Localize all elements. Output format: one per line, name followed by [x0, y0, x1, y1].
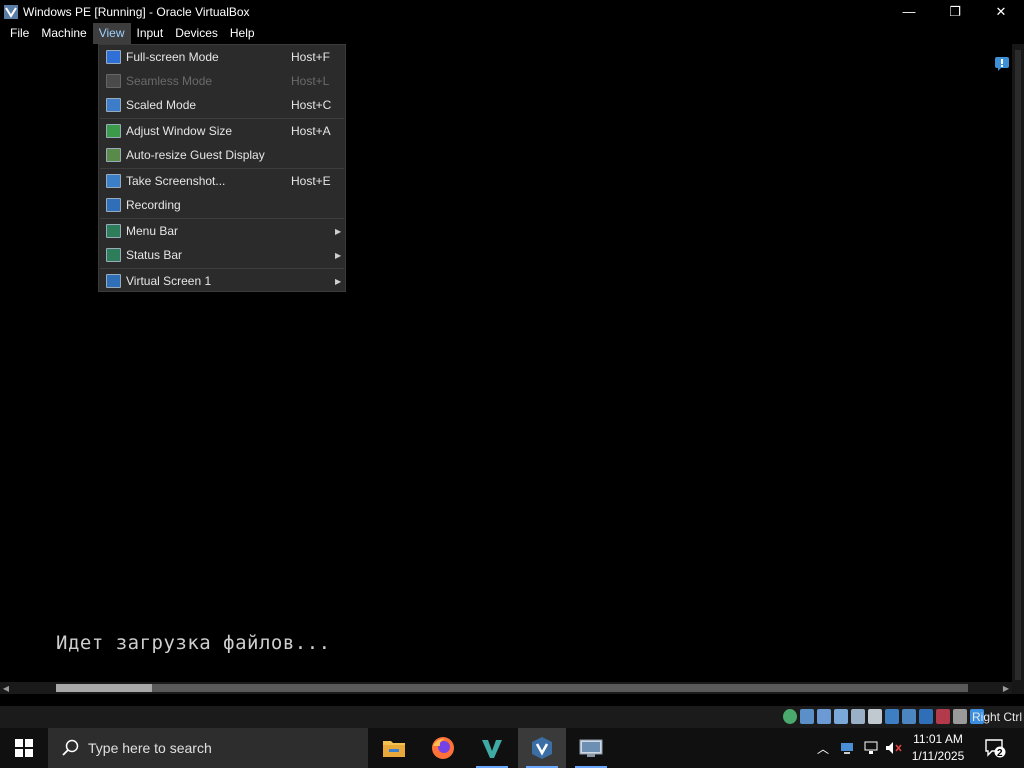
horizontal-scrollbar[interactable]: ◀ ▶	[0, 682, 1012, 694]
taskbar-firefox[interactable]	[419, 728, 467, 768]
audio-icon[interactable]	[817, 709, 831, 724]
menu-item-scaled[interactable]: Scaled Mode Host+C	[99, 93, 345, 117]
window-controls: — ❐ ✕	[886, 0, 1024, 23]
view-menu-dropdown: Full-screen Mode Host+F Seamless Mode Ho…	[98, 44, 346, 292]
menu-devices[interactable]: Devices	[169, 23, 224, 44]
chevron-up-icon: ︿	[816, 741, 829, 756]
status-bar-icon	[106, 248, 121, 262]
adjust-window-icon	[106, 124, 121, 138]
display-tray-icon	[841, 743, 853, 754]
menu-item-recording[interactable]: Recording	[99, 193, 345, 217]
taskbar-vm-window[interactable]	[567, 728, 615, 768]
start-button[interactable]	[0, 728, 48, 768]
clock-date: 1/11/2025	[911, 749, 965, 763]
close-icon: ✕	[995, 3, 1007, 19]
show-hidden-icons-button[interactable]: ︿	[814, 728, 832, 768]
menu-item-seamless[interactable]: Seamless Mode Host+L	[99, 69, 345, 93]
maximize-button[interactable]: ❐	[932, 0, 978, 23]
menu-input[interactable]: Input	[131, 23, 170, 44]
recording-icon	[106, 198, 121, 212]
submenu-arrow-icon: ▶	[335, 226, 342, 236]
menu-bar-icon	[106, 224, 121, 238]
menu-item-virtual-screen[interactable]: Virtual Screen 1 ▶	[99, 269, 345, 293]
tray-network-icon[interactable]	[862, 728, 880, 768]
virtualization-icon[interactable]	[919, 709, 933, 724]
shared-folders-icon[interactable]	[868, 709, 882, 724]
action-center-button[interactable]: 2	[982, 728, 1008, 768]
scroll-left-icon[interactable]: ◀	[0, 682, 12, 694]
horizontal-scrollbar-track[interactable]	[56, 684, 968, 692]
screenshot-icon	[106, 174, 121, 188]
keyboard-icon[interactable]	[953, 709, 967, 724]
visual-studio-icon	[482, 740, 502, 758]
taskbar-file-explorer[interactable]	[370, 728, 418, 768]
optical-drive-icon[interactable]	[800, 709, 814, 724]
scaled-icon	[106, 98, 121, 112]
volume-muted-icon	[886, 742, 902, 754]
menu-item-menu-bar[interactable]: Menu Bar ▶	[99, 219, 345, 243]
status-bar: Right Ctrl	[0, 706, 1024, 728]
virtualbox-icon	[532, 737, 552, 759]
mouse-integration-icon[interactable]	[936, 709, 950, 724]
file-explorer-icon	[383, 741, 405, 757]
notification-icon[interactable]	[994, 56, 1010, 72]
menu-bar: File Machine View Input Devices Help	[0, 23, 1024, 44]
fullscreen-icon	[106, 50, 121, 64]
scroll-right-icon[interactable]: ▶	[1000, 682, 1012, 694]
windows-logo-icon	[15, 739, 33, 757]
recording-status-icon[interactable]	[902, 709, 916, 724]
notification-count: 2	[997, 748, 1003, 759]
restore-icon: ❐	[949, 3, 961, 19]
menu-help[interactable]: Help	[224, 23, 261, 44]
menu-view[interactable]: View	[92, 23, 131, 44]
menu-item-auto-resize[interactable]: Auto-resize Guest Display	[99, 143, 345, 167]
usb-icon[interactable]	[851, 709, 865, 724]
vm-window-icon	[579, 739, 603, 757]
network-icon[interactable]	[834, 709, 848, 724]
status-indicators	[783, 709, 984, 724]
clock-time: 11:01 AM	[913, 732, 963, 746]
network-tray-icon	[864, 741, 878, 754]
tray-volume-icon[interactable]	[884, 728, 904, 768]
horizontal-scrollbar-thumb[interactable]	[56, 684, 152, 692]
taskbar-clock[interactable]: 11:01 AM 1/11/2025	[906, 731, 970, 765]
menu-item-take-screenshot[interactable]: Take Screenshot... Host+E	[99, 169, 345, 193]
search-placeholder: Type here to search	[88, 740, 212, 756]
seamless-icon	[106, 74, 121, 88]
submenu-arrow-icon: ▶	[335, 276, 342, 286]
menu-machine[interactable]: Machine	[35, 23, 92, 44]
tray-display-icon[interactable]	[838, 728, 856, 768]
menu-file[interactable]: File	[4, 23, 35, 44]
title-bar: Windows PE [Running] - Oracle VirtualBox…	[0, 0, 1024, 23]
auto-resize-icon	[106, 148, 121, 162]
firefox-icon	[432, 737, 454, 759]
virtual-screen-icon	[106, 274, 121, 288]
close-button[interactable]: ✕	[978, 0, 1024, 23]
minimize-icon: —	[902, 4, 916, 19]
window-title: Windows PE [Running] - Oracle VirtualBox	[23, 4, 250, 19]
search-input[interactable]: Type here to search	[48, 728, 368, 768]
host-key-label: Right Ctrl	[972, 710, 1023, 724]
vertical-scrollbar[interactable]	[1012, 44, 1024, 694]
menu-item-status-bar[interactable]: Status Bar ▶	[99, 243, 345, 267]
minimize-button[interactable]: —	[886, 0, 932, 23]
taskbar-visual-studio[interactable]	[468, 728, 516, 768]
menu-item-full-screen[interactable]: Full-screen Mode Host+F	[99, 45, 345, 69]
taskbar-virtualbox[interactable]	[518, 728, 566, 768]
menu-item-adjust-window[interactable]: Adjust Window Size Host+A	[99, 119, 345, 143]
display-icon[interactable]	[885, 709, 899, 724]
virtualbox-app-icon[interactable]	[3, 4, 19, 20]
vertical-scrollbar-thumb[interactable]	[1015, 50, 1021, 680]
search-icon	[62, 739, 79, 756]
taskbar: Type here to search ︿ 11:01 AM 1/11/2025…	[0, 728, 1024, 768]
hard-disk-icon[interactable]	[783, 709, 797, 724]
submenu-arrow-icon: ▶	[335, 250, 342, 260]
console-text: Идет загрузка файлов...	[56, 632, 331, 654]
